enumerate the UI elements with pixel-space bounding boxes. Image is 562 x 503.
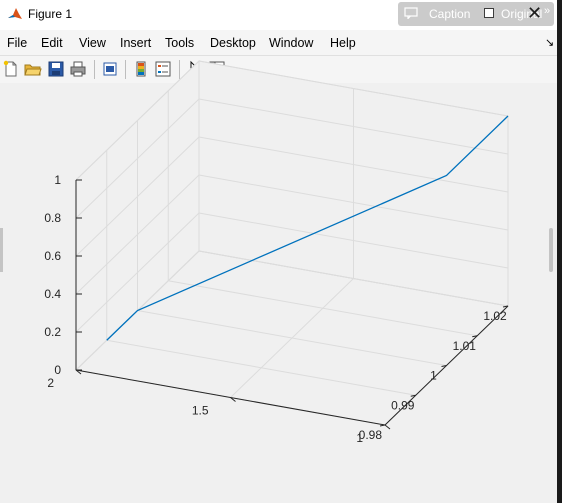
z-tick-label: 0.8 <box>44 211 61 225</box>
x-tick-mark <box>379 424 386 427</box>
y-tick-label: 2 <box>47 376 54 390</box>
y-tick-label: 1.5 <box>192 404 209 418</box>
z-tick-label: 0.6 <box>44 249 61 263</box>
y-tick-label: 1 <box>356 431 363 445</box>
z-tick-label: 0.4 <box>44 287 61 301</box>
y-tick-mark <box>384 424 391 430</box>
x-tick-label: 1.01 <box>453 339 477 353</box>
x-tick-label: 1 <box>430 369 437 383</box>
scrollbar-thumb[interactable] <box>549 228 553 272</box>
z-tick-label: 0 <box>54 363 61 377</box>
axes-3d[interactable]: 0.980.9911.011.0211.5200.20.40.60.81 <box>0 0 557 503</box>
x-tick-label: 0.99 <box>391 398 415 412</box>
window-edge <box>557 0 562 503</box>
left-edge-handle <box>0 228 3 272</box>
z-tick-label: 0.2 <box>44 325 61 339</box>
z-tick-label: 1 <box>54 173 61 187</box>
x-tick-label: 1.02 <box>483 309 507 323</box>
